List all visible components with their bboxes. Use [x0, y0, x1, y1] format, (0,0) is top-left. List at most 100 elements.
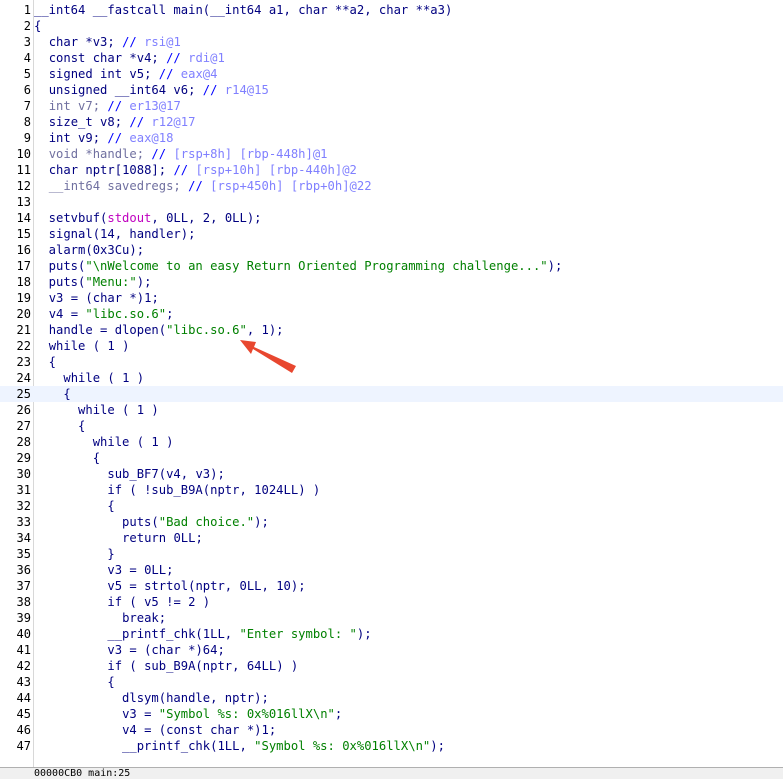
code-token: [rsp+8h] [rbp-448h]@1 — [173, 147, 328, 161]
code-text[interactable]: { — [34, 386, 70, 402]
code-line[interactable]: 2{ — [0, 18, 783, 34]
code-line[interactable]: 10 void *handle; // [rsp+8h] [rbp-448h]@… — [0, 146, 783, 162]
code-text[interactable]: break; — [34, 610, 166, 626]
code-line[interactable]: 17 puts("\nWelcome to an easy Return Ori… — [0, 258, 783, 274]
code-line[interactable]: 25 { — [0, 386, 783, 402]
code-text[interactable]: { — [34, 674, 114, 690]
code-line[interactable]: 30 sub_BF7(v4, v3); — [0, 466, 783, 482]
code-text[interactable]: const char *v4; // rdi@1 — [34, 50, 225, 66]
line-number: 26 — [16, 403, 31, 417]
code-text[interactable]: signed int v5; // eax@4 — [34, 66, 218, 82]
code-line[interactable]: 32 { — [0, 498, 783, 514]
code-text[interactable]: v5 = strtol(nptr, 0LL, 10); — [34, 578, 305, 594]
code-text[interactable]: __int64 __fastcall main(__int64 a1, char… — [34, 2, 452, 18]
code-token: puts( — [34, 259, 86, 273]
code-text[interactable]: if ( sub_B9A(nptr, 64LL) ) — [34, 658, 298, 674]
code-line[interactable]: 45 v3 = "Symbol %s: 0x%016llX\n"; — [0, 706, 783, 722]
code-text[interactable]: if ( v5 != 2 ) — [34, 594, 210, 610]
code-token: "libc.so.6" — [166, 323, 247, 337]
code-line[interactable]: 40 __printf_chk(1LL, "Enter symbol: "); — [0, 626, 783, 642]
code-text[interactable]: char nptr[1088]; // [rsp+10h] [rbp-440h]… — [34, 162, 357, 178]
code-line[interactable]: 6 unsigned __int64 v6; // r14@15 — [0, 82, 783, 98]
code-line[interactable]: 47 __printf_chk(1LL, "Symbol %s: 0x%016l… — [0, 738, 783, 754]
code-text[interactable]: v3 = "Symbol %s: 0x%016llX\n"; — [34, 706, 342, 722]
code-line[interactable]: 13 — [0, 194, 783, 210]
code-text[interactable]: while ( 1 ) — [34, 370, 144, 386]
code-text[interactable]: return 0LL; — [34, 530, 203, 546]
code-line[interactable]: 5 signed int v5; // eax@4 — [0, 66, 783, 82]
code-line[interactable]: 8 size_t v8; // r12@17 — [0, 114, 783, 130]
pseudocode-editor[interactable]: 1 __int64 __fastcall main(__int64 a1, cha… — [0, 0, 783, 767]
code-text[interactable]: signal(14, handler); — [34, 226, 196, 242]
code-text[interactable]: while ( 1 ) — [34, 434, 174, 450]
code-text[interactable]: v3 = (char *)64; — [34, 642, 224, 658]
code-text[interactable]: { — [34, 450, 100, 466]
code-line[interactable]: 26 while ( 1 ) — [0, 402, 783, 418]
code-text[interactable]: v4 = "libc.so.6"; — [34, 306, 174, 322]
code-line[interactable]: 46 v4 = (const char *)1; — [0, 722, 783, 738]
code-text[interactable]: __printf_chk(1LL, "Symbol %s: 0x%016llX\… — [34, 738, 445, 754]
code-text[interactable]: { — [34, 418, 85, 434]
code-text[interactable]: size_t v8; // r12@17 — [34, 114, 196, 130]
code-text[interactable]: int v7; // er13@17 — [34, 98, 181, 114]
code-text[interactable]: sub_BF7(v4, v3); — [34, 466, 224, 482]
code-text[interactable]: void *handle; // [rsp+8h] [rbp-448h]@1 — [34, 146, 328, 162]
code-text[interactable]: alarm(0x3Cu); — [34, 242, 144, 258]
code-line[interactable]: 24 while ( 1 ) — [0, 370, 783, 386]
code-line[interactable]: 41 v3 = (char *)64; — [0, 642, 783, 658]
code-line[interactable]: 31 if ( !sub_B9A(nptr, 1024LL) ) — [0, 482, 783, 498]
code-text[interactable]: while ( 1 ) — [34, 338, 130, 354]
code-line[interactable]: 22 while ( 1 ) — [0, 338, 783, 354]
code-text[interactable]: setvbuf(stdout, 0LL, 2, 0LL); — [34, 210, 262, 226]
code-line[interactable]: 35 } — [0, 546, 783, 562]
code-line[interactable]: 33 puts("Bad choice."); — [0, 514, 783, 530]
code-line[interactable]: 1 __int64 __fastcall main(__int64 a1, cha… — [0, 2, 783, 18]
code-line[interactable]: 11 char nptr[1088]; // [rsp+10h] [rbp-44… — [0, 162, 783, 178]
code-line[interactable]: 23 { — [0, 354, 783, 370]
code-text[interactable]: v3 = 0LL; — [34, 562, 173, 578]
code-line[interactable]: 28 while ( 1 ) — [0, 434, 783, 450]
code-token: nptr — [202, 659, 233, 673]
code-text[interactable]: v4 = (const char *)1; — [34, 722, 276, 738]
code-text[interactable]: dlsym(handle, nptr); — [34, 690, 269, 706]
code-line[interactable]: 38 if ( v5 != 2 ) — [0, 594, 783, 610]
code-line[interactable]: 16 alarm(0x3Cu); — [0, 242, 783, 258]
code-line[interactable]: 37 v5 = strtol(nptr, 0LL, 10); — [0, 578, 783, 594]
code-text[interactable]: puts("Bad choice."); — [34, 514, 269, 530]
code-text[interactable]: puts("Menu:"); — [34, 274, 152, 290]
code-text[interactable]: __int64 savedregs; // [rsp+450h] [rbp+0h… — [34, 178, 372, 194]
code-line[interactable]: 3 char *v3; // rsi@1 — [0, 34, 783, 50]
code-text[interactable]: handle = dlopen("libc.so.6", 1); — [34, 322, 284, 338]
code-line[interactable]: 18 puts("Menu:"); — [0, 274, 783, 290]
code-line[interactable]: 19 v3 = (char *)1; — [0, 290, 783, 306]
code-text[interactable]: if ( !sub_B9A(nptr, 1024LL) ) — [34, 482, 320, 498]
code-line[interactable]: 39 break; — [0, 610, 783, 626]
code-line[interactable]: 27 { — [0, 418, 783, 434]
code-line[interactable]: 20 v4 = "libc.so.6"; — [0, 306, 783, 322]
code-line[interactable]: 42 if ( sub_B9A(nptr, 64LL) ) — [0, 658, 783, 674]
code-line[interactable]: 12 __int64 savedregs; // [rsp+450h] [rbp… — [0, 178, 783, 194]
code-line[interactable]: 43 { — [0, 674, 783, 690]
code-text[interactable]: puts("\nWelcome to an easy Return Orient… — [34, 258, 563, 274]
code-text[interactable]: v3 = (char *)1; — [34, 290, 159, 306]
code-line[interactable]: 15 signal(14, handler); — [0, 226, 783, 242]
code-text[interactable]: } — [34, 546, 114, 562]
code-text[interactable]: { — [34, 498, 114, 514]
code-line[interactable]: 9 int v9; // eax@18 — [0, 130, 783, 146]
code-line[interactable]: 34 return 0LL; — [0, 530, 783, 546]
code-text[interactable]: { — [34, 18, 41, 34]
code-line[interactable]: 21 handle = dlopen("libc.so.6", 1); — [0, 322, 783, 338]
code-text[interactable]: int v9; // eax@18 — [34, 130, 174, 146]
code-line[interactable]: 4 const char *v4; // rdi@1 — [0, 50, 783, 66]
code-line[interactable]: 14 setvbuf(stdout, 0LL, 2, 0LL); — [0, 210, 783, 226]
code-line[interactable]: 36 v3 = 0LL; — [0, 562, 783, 578]
code-text[interactable]: unsigned __int64 v6; // r14@15 — [34, 82, 269, 98]
code-line[interactable]: 44 dlsym(handle, nptr); — [0, 690, 783, 706]
code-text[interactable]: __printf_chk(1LL, "Enter symbol: "); — [34, 626, 371, 642]
code-text[interactable]: while ( 1 ) — [34, 402, 159, 418]
code-line[interactable]: 7 int v7; // er13@17 — [0, 98, 783, 114]
code-text[interactable]: { — [34, 354, 56, 370]
code-line[interactable]: 29 { — [0, 450, 783, 466]
code-text[interactable]: char *v3; // rsi@1 — [34, 34, 181, 50]
